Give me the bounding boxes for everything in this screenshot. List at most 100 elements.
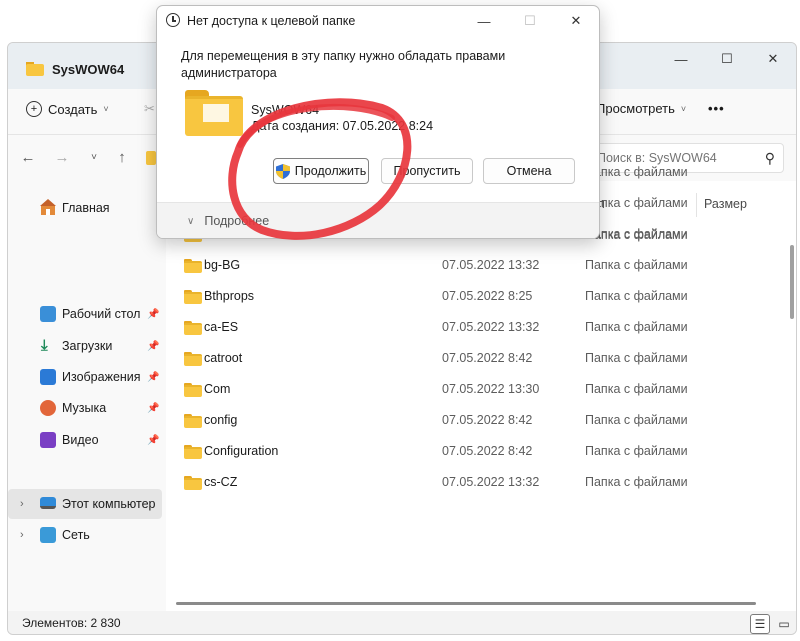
- forward-arrow-icon[interactable]: →: [50, 145, 74, 169]
- file-date: 07.05.2022 13:32: [442, 258, 540, 272]
- window-controls: — ☐ ✕: [658, 43, 796, 75]
- pin-icon[interactable]: 📌: [147, 309, 159, 320]
- table-row[interactable]: cs-CZ 07.05.2022 13:32 Папка с файлами: [166, 467, 766, 498]
- folder-icon: [184, 321, 202, 335]
- folder-icon: [184, 259, 202, 273]
- back-arrow-icon[interactable]: ←: [16, 145, 40, 169]
- file-type: Папка с файлами: [585, 196, 688, 210]
- create-button[interactable]: + Создать ˅: [26, 101, 109, 117]
- dialog-message: Для перемещения в эту папку нужно облада…: [181, 49, 506, 80]
- create-label: Создать: [48, 101, 98, 117]
- tab-title: SysWOW64: [52, 61, 125, 77]
- sidebar-item-label: Видео: [62, 433, 99, 447]
- view-label: Просмотреть: [596, 101, 675, 116]
- table-row[interactable]: Com 07.05.2022 13:30 Папка с файлами: [166, 374, 766, 405]
- sidebar-item-home[interactable]: Главная: [8, 193, 162, 223]
- navigation-pane: Главная Рабочий стол 📌 ⤓ Загрузки 📌 Изоб…: [8, 181, 166, 611]
- file-type: Папка с файлами: [585, 165, 688, 179]
- file-name: catroot: [204, 351, 243, 365]
- dialog-footer: ∨ Подробнее: [157, 202, 599, 238]
- file-name: Configuration: [204, 444, 279, 458]
- folder-icon: [184, 445, 202, 459]
- file-date: 07.05.2022 13:30: [442, 382, 540, 396]
- tiles-view-icon[interactable]: ▭: [774, 614, 794, 634]
- sidebar-item-label: Главная: [62, 201, 110, 215]
- clock-icon: [166, 13, 180, 27]
- chevron-down-icon: ∨: [187, 215, 195, 227]
- desktop-icon: [40, 306, 56, 322]
- sidebar-item-pictures[interactable]: Изображения 📌: [8, 362, 162, 392]
- file-name: config: [204, 413, 238, 427]
- sidebar-item-desktop[interactable]: Рабочий стол 📌: [8, 299, 162, 329]
- up-arrow-icon[interactable]: ↑: [110, 145, 134, 169]
- file-list: п Размер Папка с файлами AdvancedInstall…: [166, 165, 796, 611]
- pin-icon[interactable]: 📌: [147, 435, 159, 446]
- downloads-icon: ⤓: [41, 337, 48, 354]
- folder-icon: [184, 476, 202, 490]
- view-button[interactable]: Просмотреть ˅: [596, 101, 686, 116]
- folder-icon: [146, 151, 156, 165]
- cut-icon[interactable]: ✂: [144, 101, 155, 117]
- pin-icon[interactable]: 📌: [147, 403, 159, 414]
- table-row[interactable]: config 07.05.2022 8:42 Папка с файлами: [166, 405, 766, 436]
- pictures-icon: [40, 369, 56, 385]
- details-view-icon[interactable]: ☰: [750, 614, 770, 634]
- table-row[interactable]: Bthprops 07.05.2022 8:25 Папка с файлами: [166, 281, 766, 312]
- sidebar-item-music[interactable]: Музыка 📌: [8, 393, 162, 423]
- folder-icon: [184, 290, 202, 304]
- network-icon: [40, 527, 56, 543]
- close-button[interactable]: ✕: [750, 43, 796, 75]
- sidebar-item-label: Изображения: [62, 370, 141, 384]
- dialog-window-controls: — ☐ ✕: [461, 6, 599, 36]
- details-toggle[interactable]: ∨ Подробнее: [187, 214, 269, 228]
- horizontal-scrollbar[interactable]: [176, 602, 756, 605]
- uac-shield-icon: [275, 163, 290, 179]
- recent-chevron-icon[interactable]: ˅: [82, 145, 106, 169]
- maximize-button[interactable]: ☐: [704, 43, 750, 75]
- more-options-button[interactable]: •••: [708, 101, 725, 116]
- chevron-right-icon[interactable]: ›: [20, 529, 24, 541]
- address-field[interactable]: [144, 143, 156, 173]
- sidebar-item-label: Сеть: [62, 528, 90, 542]
- file-date: 07.05.2022 8:25: [442, 289, 533, 303]
- file-name: ca-ES: [204, 320, 239, 334]
- sidebar-item-network[interactable]: › Сеть: [8, 520, 162, 550]
- tab-syswow64[interactable]: SysWOW64: [14, 52, 174, 86]
- home-icon: [40, 199, 56, 215]
- file-date: 07.05.2022 13:32: [442, 475, 540, 489]
- minimize-button[interactable]: —: [461, 6, 507, 36]
- minimize-button[interactable]: —: [658, 43, 704, 75]
- sidebar-item-downloads[interactable]: ⤓ Загрузки 📌: [8, 331, 162, 361]
- folder-icon: [184, 383, 202, 397]
- vertical-scrollbar[interactable]: [790, 245, 794, 319]
- folder-icon: [184, 414, 202, 428]
- sidebar-item-this-pc[interactable]: › Этот компьютер: [8, 489, 162, 519]
- file-type: Папка с файлами: [585, 475, 688, 489]
- table-row[interactable]: catroot 07.05.2022 8:42 Папка с файлами: [166, 343, 766, 374]
- cancel-button[interactable]: Отмена: [483, 158, 575, 184]
- file-date: 07.05.2022 13:32: [442, 320, 540, 334]
- music-icon: [40, 400, 56, 416]
- pin-icon[interactable]: 📌: [147, 341, 159, 352]
- plus-circle-icon: +: [26, 101, 42, 117]
- file-date: 07.05.2022 8:42: [442, 413, 533, 427]
- table-row[interactable]: ca-ES 07.05.2022 13:32 Папка с файлами: [166, 312, 766, 343]
- file-date: 07.05.2022 8:42: [442, 351, 533, 365]
- skip-button[interactable]: Пропустить: [381, 158, 473, 184]
- search-icon[interactable]: ⚲: [765, 150, 775, 167]
- file-name: Bthprops: [204, 289, 255, 303]
- chevron-right-icon[interactable]: ›: [20, 498, 24, 510]
- table-row[interactable]: bg-BG 07.05.2022 13:32 Папка с файлами: [166, 250, 766, 281]
- chevron-down-icon: ˅: [103, 104, 109, 114]
- folder-name: SysWOW64: [251, 103, 320, 117]
- pin-icon[interactable]: 📌: [147, 372, 159, 383]
- continue-label: Продолжить: [294, 164, 367, 178]
- file-type: Папка с файлами: [585, 444, 688, 458]
- table-row[interactable]: Configuration 07.05.2022 8:42 Папка с файл…: [166, 436, 766, 467]
- file-type: Папка с файлами: [585, 320, 688, 334]
- sidebar-item-video[interactable]: Видео 📌: [8, 425, 162, 455]
- sidebar-item-label: Рабочий стол: [62, 307, 141, 321]
- close-button[interactable]: ✕: [553, 6, 599, 36]
- file-type: Папка с файлами: [585, 227, 688, 241]
- continue-button[interactable]: Продолжить: [273, 158, 369, 184]
